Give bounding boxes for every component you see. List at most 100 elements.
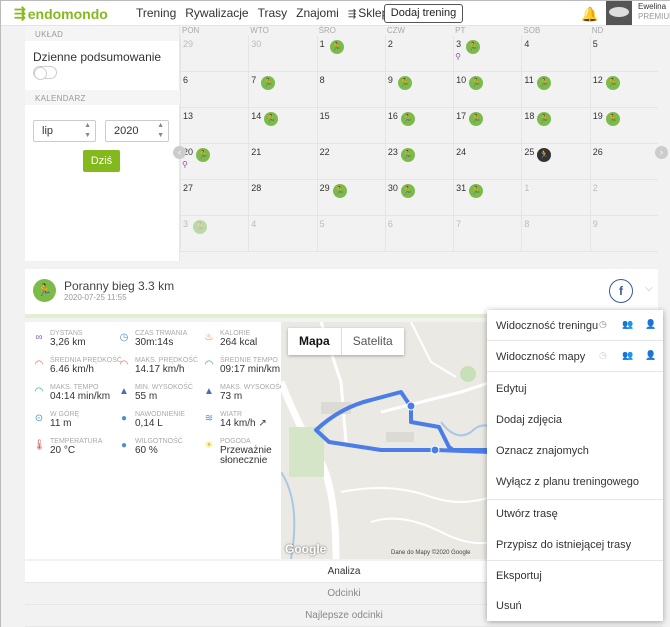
calendar-day[interactable]: 12 🏃 xyxy=(589,72,658,108)
friends-icon[interactable]: 👥 xyxy=(622,350,633,361)
calendar-day[interactable]: 9 🏃 xyxy=(384,72,454,108)
calendar-day[interactable]: 2 xyxy=(589,180,658,216)
calendar-day[interactable]: 10 🏃 xyxy=(453,72,522,108)
private-user-icon[interactable]: 👤 xyxy=(645,350,656,361)
calendar-day[interactable]: 16 🏃 xyxy=(384,108,454,144)
calendar-day[interactable]: 13 xyxy=(180,108,249,144)
calendar-day[interactable]: 18 🏃 xyxy=(521,108,590,144)
calendar-day[interactable]: 7 🏃 xyxy=(248,72,317,108)
workout-run-icon[interactable]: 🏃 xyxy=(397,76,412,90)
globe-icon[interactable]: ◷ xyxy=(599,319,607,330)
globe-icon[interactable]: ◷ xyxy=(599,350,607,361)
calendar-day[interactable]: 5 xyxy=(316,216,385,252)
calendar-day[interactable]: 19 🏃 xyxy=(589,108,658,144)
calendar-day[interactable]: 4 xyxy=(521,36,590,72)
route-map[interactable] xyxy=(281,322,491,559)
calendar-day[interactable]: 9 xyxy=(589,216,658,252)
endomondo-logo[interactable]: ⇶ endomondo xyxy=(14,5,108,22)
menu-create-route[interactable]: Utwórz trasę xyxy=(496,508,558,520)
menu-delete[interactable]: Usuń xyxy=(496,600,522,612)
workout-run-icon[interactable]: 🏃 xyxy=(469,112,484,126)
calendar-day[interactable]: 24 xyxy=(453,144,522,180)
calendar-day[interactable]: 21 xyxy=(248,144,317,180)
month-select[interactable]: lip ▲ ▼ xyxy=(33,120,96,142)
nav-znajomi[interactable]: Znajomi xyxy=(296,6,339,20)
user-info[interactable]: EwelinaPREMIUM xyxy=(638,2,670,22)
menu-tag-friends[interactable]: Oznacz znajomych xyxy=(496,445,589,457)
calendar-day[interactable]: 5 xyxy=(589,36,658,72)
calendar-day[interactable]: 1 🏃 xyxy=(316,36,385,72)
calendar-day[interactable]: 29 🏃 xyxy=(316,180,385,216)
day-number: 12 xyxy=(592,75,603,85)
menu-assign-route[interactable]: Przypisz do istniejącej trasy xyxy=(496,539,631,551)
tab-map[interactable]: Mapa xyxy=(288,328,342,355)
year-select[interactable]: 2020 ▲ ▼ xyxy=(105,120,169,142)
nav-trasy[interactable]: Trasy xyxy=(258,6,288,20)
workout-run-icon[interactable]: 🏃 xyxy=(264,112,279,126)
workout-run-icon[interactable]: 🏃 xyxy=(400,112,415,126)
workout-run-icon[interactable]: 🏃 xyxy=(400,184,415,198)
friends-icon[interactable]: 👥 xyxy=(622,319,633,330)
calendar-day[interactable]: 23 🏃 xyxy=(384,144,454,180)
calendar-day[interactable]: 8 xyxy=(316,72,385,108)
nav-trening[interactable]: Trening xyxy=(136,6,176,20)
calendar-day[interactable]: 11 🏃 xyxy=(521,72,590,108)
calendar-day[interactable]: 30 🏃 xyxy=(384,180,454,216)
chevron-down-icon[interactable]: ⌵ xyxy=(645,283,653,294)
calendar-day[interactable]: 6 xyxy=(180,72,249,108)
calendar-day[interactable]: 17 🏃 xyxy=(453,108,522,144)
avatar[interactable] xyxy=(606,1,632,25)
calendar-day[interactable]: 6 xyxy=(384,216,454,252)
calendar-day[interactable]: 28 xyxy=(248,180,317,216)
calendar-day[interactable]: 2 xyxy=(384,36,454,72)
calendar-day[interactable]: 27 xyxy=(180,180,249,216)
calendar-day[interactable]: 1 xyxy=(521,180,590,216)
workout-run-icon[interactable]: 🏃 xyxy=(193,220,207,234)
menu-export[interactable]: Eksportuj xyxy=(496,570,542,582)
workout-run-icon[interactable]: 🏃 xyxy=(332,184,347,198)
menu-add-photos[interactable]: Dodaj zdjęcia xyxy=(496,414,562,426)
calendar-day[interactable]: 3 🏃 xyxy=(180,216,249,252)
calendar-day[interactable]: 7 xyxy=(453,216,522,252)
nav-rywalizacje[interactable]: Rywalizacje xyxy=(185,6,248,20)
workout-run-icon[interactable]: 🏃 xyxy=(469,76,484,90)
calendar-day[interactable]: 14 🏃 xyxy=(248,108,317,144)
menu-edit[interactable]: Edytuj xyxy=(496,383,527,395)
workout-run-icon[interactable]: 🏃 xyxy=(196,148,210,162)
calendar-day[interactable]: 20 🏃 ⚲ xyxy=(180,144,249,180)
today-button[interactable]: Dziś xyxy=(83,150,120,172)
workout-run-icon[interactable]: 🏃 xyxy=(329,40,344,54)
menu-exclude-training-plan[interactable]: Wyłącz z planu treningowego xyxy=(496,476,639,488)
tab-satellite[interactable]: Satelita xyxy=(342,328,404,355)
stat-value: 6.46 km/h xyxy=(50,364,94,375)
private-user-icon[interactable]: 👤 xyxy=(645,319,656,330)
calendar-day[interactable]: 31 🏃 xyxy=(453,180,522,216)
calendar-day[interactable]: 29 xyxy=(180,36,249,72)
calendar-day[interactable]: 15 xyxy=(316,108,385,144)
calendar-day[interactable]: 26 xyxy=(589,144,658,180)
calendar-day[interactable]: 4 xyxy=(248,216,317,252)
activity-title[interactable]: Poranny bieg 3.3 km xyxy=(64,279,174,293)
bell-icon[interactable]: 🔔 xyxy=(581,6,598,23)
workout-run-icon[interactable]: 🏃 xyxy=(466,40,481,54)
workout-run-icon[interactable]: 🏃 xyxy=(469,184,484,198)
next-month-arrow-icon[interactable]: › xyxy=(655,146,668,159)
daily-summary-toggle[interactable] xyxy=(33,66,57,80)
prev-month-arrow-icon[interactable]: ‹ xyxy=(173,146,186,159)
calendar-day[interactable]: 25 🏃 xyxy=(521,144,590,180)
workout-run-icon[interactable]: 🏃 xyxy=(261,76,276,90)
workout-run-icon[interactable]: 🏃 xyxy=(400,148,415,162)
workout-run-icon[interactable]: 🏃 xyxy=(605,112,620,126)
map-copyright: Dane do Mapy ©2020 Google xyxy=(391,550,471,556)
add-training-button[interactable]: Dodaj trening xyxy=(384,4,463,23)
workout-run-icon[interactable]: 🏃 xyxy=(537,148,552,162)
workout-run-icon[interactable]: 🏃 xyxy=(537,76,552,90)
calendar-day[interactable]: 30 xyxy=(248,36,317,72)
facebook-share-icon[interactable]: f xyxy=(609,279,633,303)
menu-divider xyxy=(487,499,663,500)
calendar-day[interactable]: 22 xyxy=(316,144,385,180)
workout-run-icon[interactable]: 🏃 xyxy=(537,112,552,126)
workout-run-icon[interactable]: 🏃 xyxy=(605,76,620,90)
calendar-day[interactable]: 3 🏃 ⚲ xyxy=(453,36,522,72)
calendar-day[interactable]: 8 xyxy=(521,216,590,252)
